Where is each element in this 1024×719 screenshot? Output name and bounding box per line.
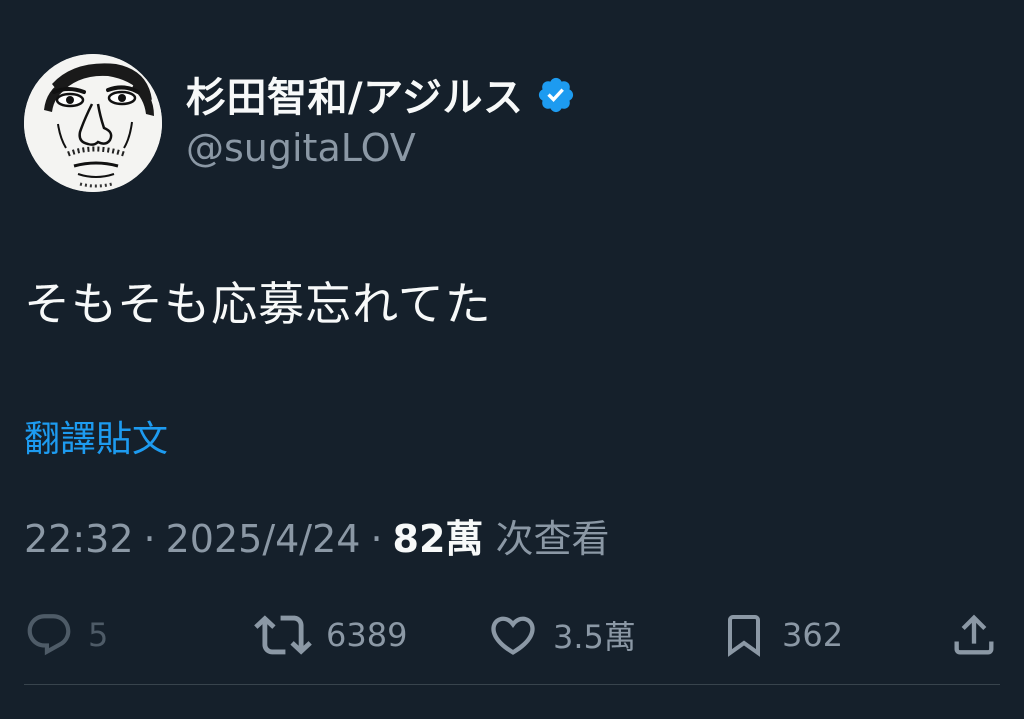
views-label: 次查看	[495, 517, 610, 561]
retweet-icon	[254, 615, 312, 655]
caricature-face-avatar-icon	[24, 54, 162, 192]
tweet-text: そもそも応募忘れてた	[24, 277, 492, 331]
reply-button[interactable]: 5	[24, 600, 108, 670]
meta-separator: ·	[370, 517, 383, 561]
share-icon	[954, 614, 994, 655]
tweet-meta: 22:32 · 2025/4/24 · 82萬 次查看	[24, 508, 610, 563]
views-count: 82萬	[392, 517, 484, 561]
reply-icon	[27, 614, 71, 656]
author-display-name[interactable]: 杉田智和/アジルス	[186, 65, 524, 123]
like-count: 3.5萬	[553, 618, 636, 656]
heart-icon	[491, 616, 535, 655]
avatar[interactable]	[24, 54, 162, 192]
author-name-row: 杉田智和/アジルス	[186, 66, 576, 122]
reply-count: 5	[88, 616, 109, 654]
bookmark-button[interactable]: 362	[720, 600, 843, 670]
tweet-time[interactable]: 22:32	[24, 517, 134, 561]
verified-badge-icon[interactable]	[536, 75, 576, 115]
tweet-date[interactable]: 2025/4/24	[166, 517, 361, 561]
tweet-detail: 杉田智和/アジルス @sugitaLOV そもそも応募忘れてた 翻譯貼文 22:…	[0, 0, 1024, 719]
retweet-button[interactable]: 6389	[254, 600, 407, 670]
retweet-count: 6389	[326, 616, 408, 654]
tweet-actions: 5 6389 3.5萬 362	[0, 600, 1024, 670]
bookmark-icon	[728, 615, 760, 657]
bookmark-count: 362	[782, 616, 844, 654]
divider	[24, 684, 1000, 685]
meta-separator: ·	[143, 517, 156, 561]
translate-post-link[interactable]: 翻譯貼文	[24, 410, 168, 462]
like-button[interactable]: 3.5萬	[487, 600, 636, 670]
author-handle[interactable]: @sugitaLOV	[186, 126, 416, 170]
share-button[interactable]	[948, 600, 1000, 670]
